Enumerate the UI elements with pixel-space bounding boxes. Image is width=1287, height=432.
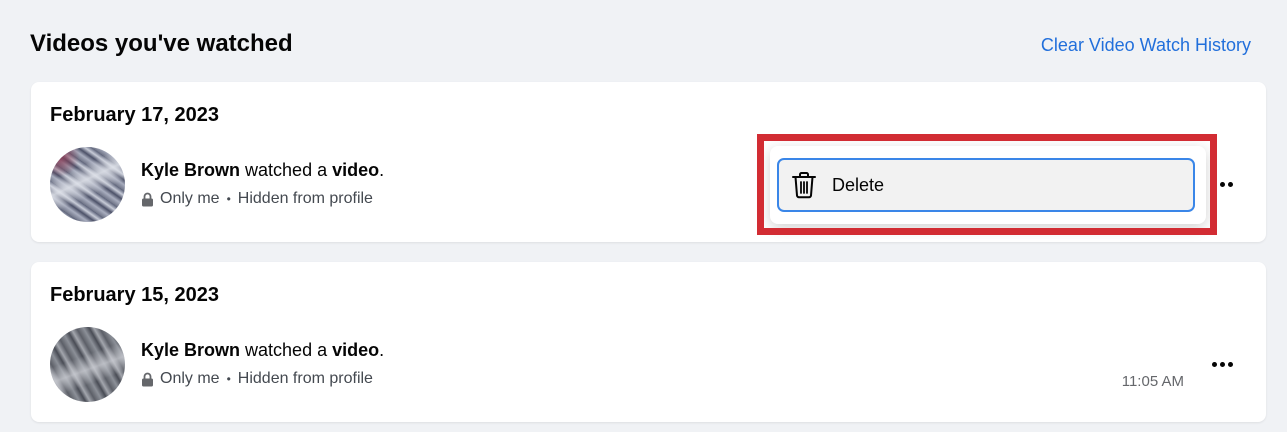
separator: • bbox=[226, 192, 231, 206]
watch-history-page: Videos you've watched Clear Video Watch … bbox=[0, 0, 1287, 432]
more-options-button[interactable] bbox=[1208, 350, 1236, 378]
separator: • bbox=[226, 372, 231, 386]
history-entry-card: February 15, 2023 Kyle Brown watched a v… bbox=[31, 262, 1266, 422]
highlight-annotation bbox=[757, 134, 1217, 235]
page-title: Videos you've watched bbox=[30, 30, 293, 57]
clear-history-link[interactable]: Clear Video Watch History bbox=[1041, 35, 1251, 56]
entry-date: February 15, 2023 bbox=[50, 284, 219, 306]
period: . bbox=[379, 160, 385, 180]
privacy-label: Only me bbox=[160, 370, 220, 387]
action-text: watched a bbox=[240, 340, 333, 360]
privacy-label: Only me bbox=[160, 190, 220, 207]
entry-description: Kyle Brown watched a video. bbox=[141, 340, 384, 361]
video-link[interactable]: video bbox=[332, 340, 379, 360]
entry-date: February 17, 2023 bbox=[50, 104, 219, 126]
actor-name[interactable]: Kyle Brown bbox=[141, 160, 240, 180]
video-thumbnail[interactable] bbox=[50, 327, 125, 402]
period: . bbox=[379, 340, 385, 360]
more-options-icon bbox=[1211, 361, 1217, 367]
entry-meta: Only me • Hidden from profile bbox=[141, 190, 373, 208]
visibility-label: Hidden from profile bbox=[237, 370, 373, 387]
entry-description: Kyle Brown watched a video. bbox=[141, 160, 384, 181]
action-text: watched a bbox=[240, 160, 333, 180]
actor-name[interactable]: Kyle Brown bbox=[141, 340, 240, 360]
lock-icon bbox=[142, 192, 153, 206]
lock-icon bbox=[142, 372, 153, 386]
visibility-label: Hidden from profile bbox=[237, 190, 373, 207]
video-thumbnail[interactable] bbox=[50, 147, 125, 222]
video-link[interactable]: video bbox=[332, 160, 379, 180]
entry-meta: Only me • Hidden from profile bbox=[141, 370, 373, 388]
entry-time: 11:05 AM bbox=[1121, 373, 1184, 390]
